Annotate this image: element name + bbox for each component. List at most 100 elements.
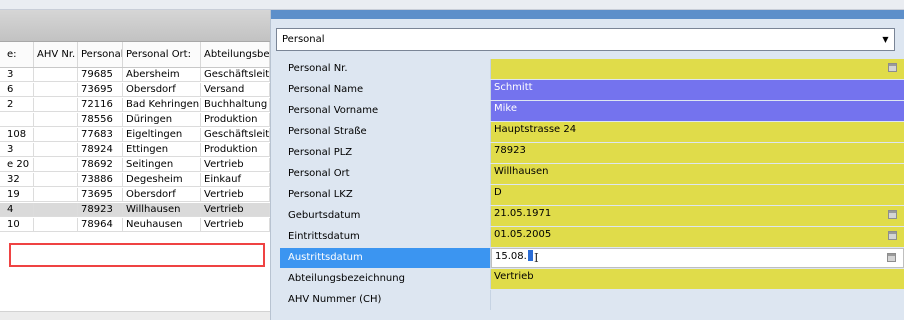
field-input[interactable]: Hauptstrasse 24 (491, 122, 904, 142)
column-header[interactable]: AHV Nr. ( (34, 42, 78, 67)
table-row[interactable]: e 20 78692 Seitingen Vertrieb (0, 158, 270, 172)
table-cell[interactable] (34, 98, 78, 112)
table-row[interactable]: 3 79685 Abersheim Geschäftsleit (0, 68, 270, 82)
field-value: Willhausen (494, 166, 549, 177)
calendar-icon[interactable] (887, 253, 896, 262)
table-cell[interactable]: Seitingen (123, 158, 201, 172)
table-cell[interactable]: 2 (4, 98, 34, 112)
table-cell[interactable] (34, 113, 78, 127)
table-row[interactable]: 2 72116 Bad Kehringen Buchhaltung (0, 98, 270, 112)
table-cell[interactable]: Vertrieb (201, 203, 270, 217)
table-cell[interactable]: 3 (4, 143, 34, 157)
field-input[interactable]: D (491, 185, 904, 205)
field-input[interactable]: 01.05.2005 (491, 227, 904, 247)
table-cell[interactable]: Obersdorf (123, 83, 201, 97)
table-cell[interactable]: Vertrieb (201, 188, 270, 202)
table-cell[interactable]: Bad Kehringen (123, 98, 201, 112)
table-row[interactable]: 32 73886 Degesheim Einkauf (0, 173, 270, 187)
table-cell[interactable]: 4 (4, 203, 34, 217)
table-cell[interactable] (34, 173, 78, 187)
table-row[interactable]: 19 73695 Obersdorf Vertrieb (0, 188, 270, 202)
ibeam-cursor-icon: I (534, 251, 539, 265)
field-input[interactable]: Schmitt (491, 80, 904, 100)
table-cell[interactable] (34, 128, 78, 142)
table-cell[interactable]: 10 (4, 218, 34, 232)
table-row[interactable]: 6 73695 Obersdorf Versand (0, 83, 270, 97)
table-cell[interactable]: 108 (4, 128, 34, 142)
table-cell[interactable] (34, 143, 78, 157)
table-cell[interactable]: Produktion (201, 143, 270, 157)
form-row: Personal LKZ D (280, 185, 904, 205)
table-cell[interactable] (4, 113, 34, 127)
table-cell[interactable]: Versand (201, 83, 270, 97)
calendar-icon[interactable] (888, 231, 897, 240)
table-cell[interactable]: Obersdorf (123, 188, 201, 202)
field-input[interactable]: Mike (491, 101, 904, 121)
table-cell[interactable] (34, 218, 78, 232)
table-cell[interactable] (34, 203, 78, 217)
table-cell[interactable]: 79685 (78, 68, 123, 82)
chevron-down-icon[interactable]: ▼ (881, 35, 890, 44)
table-cell[interactable]: 78924 (78, 143, 123, 157)
field-input[interactable] (491, 290, 904, 310)
table-cell[interactable]: 77683 (78, 128, 123, 142)
table-cell[interactable]: Geschäftsleit (201, 68, 270, 82)
table-cell[interactable]: Einkauf (201, 173, 270, 187)
field-input[interactable]: 21.05.1971 (491, 206, 904, 226)
table-cell[interactable]: 73886 (78, 173, 123, 187)
table-cell[interactable] (34, 158, 78, 172)
table-row[interactable]: 108 77683 Eigeltingen Geschäftsleit (0, 128, 270, 142)
field-input[interactable]: 15.08. I (491, 248, 904, 268)
table-cell[interactable]: Geschäftsleit (201, 128, 270, 142)
table-cell[interactable]: 73695 (78, 83, 123, 97)
table-cell[interactable]: 19 (4, 188, 34, 202)
table-cell[interactable]: Produktion (201, 113, 270, 127)
table-cell[interactable]: 73695 (78, 188, 123, 202)
field-input[interactable]: 78923 (491, 143, 904, 163)
table-select-dropdown[interactable]: Personal ▼ (276, 28, 895, 51)
field-input[interactable]: Vertrieb (491, 269, 904, 289)
table-cell[interactable] (34, 83, 78, 97)
horizontal-scrollbar[interactable] (0, 311, 270, 320)
table-row[interactable]: 3 78924 Ettingen Produktion (0, 143, 270, 157)
field-value: Hauptstrasse 24 (494, 124, 577, 135)
table-row[interactable]: 78556 Düringen Produktion (0, 113, 270, 127)
table-cell[interactable]: 78556 (78, 113, 123, 127)
calendar-icon[interactable] (888, 210, 897, 219)
field-label: Personal Nr. (280, 59, 491, 79)
table-cell[interactable]: 78923 (78, 203, 123, 217)
table-cell[interactable]: Degesheim (123, 173, 201, 187)
form-row: Personal Vorname Mike (280, 101, 904, 121)
field-input[interactable] (491, 59, 904, 79)
table-cell[interactable]: 6 (4, 83, 34, 97)
form-row: Personal Nr. (280, 59, 904, 79)
table-cell[interactable]: 32 (4, 173, 34, 187)
table-cell[interactable]: Vertrieb (201, 158, 270, 172)
table-cell[interactable] (34, 68, 78, 82)
table-cell[interactable]: 72116 (78, 98, 123, 112)
table-cell[interactable]: Willhausen (123, 203, 201, 217)
column-header[interactable]: Personal (78, 42, 123, 67)
table-select-value: Personal (282, 34, 325, 45)
column-header[interactable]: Personal Ort: (123, 42, 201, 67)
table-cell[interactable]: Eigeltingen (123, 128, 201, 142)
table-cell[interactable]: 3 (4, 68, 34, 82)
spin-icon[interactable] (888, 63, 897, 72)
table-cell[interactable]: e 20 (4, 158, 34, 172)
field-input[interactable]: Willhausen (491, 164, 904, 184)
field-value: 01.05.2005 (494, 229, 552, 240)
table-cell[interactable]: Vertrieb (201, 218, 270, 232)
table-cell[interactable]: Buchhaltung (201, 98, 270, 112)
table-row[interactable]: 4 78923 Willhausen Vertrieb (0, 203, 270, 217)
column-header[interactable]: e: (4, 42, 34, 67)
table-cell[interactable] (34, 188, 78, 202)
table-cell[interactable]: 78692 (78, 158, 123, 172)
field-value: Vertrieb (494, 271, 534, 282)
table-cell[interactable]: 78964 (78, 218, 123, 232)
table-cell[interactable]: Düringen (123, 113, 201, 127)
table-cell[interactable]: Ettingen (123, 143, 201, 157)
table-cell[interactable]: Abersheim (123, 68, 201, 82)
table-row[interactable]: 10 78964 Neuhausen Vertrieb (0, 218, 270, 232)
table-cell[interactable]: Neuhausen (123, 218, 201, 232)
column-header[interactable]: Abteilungsbe (201, 42, 270, 67)
